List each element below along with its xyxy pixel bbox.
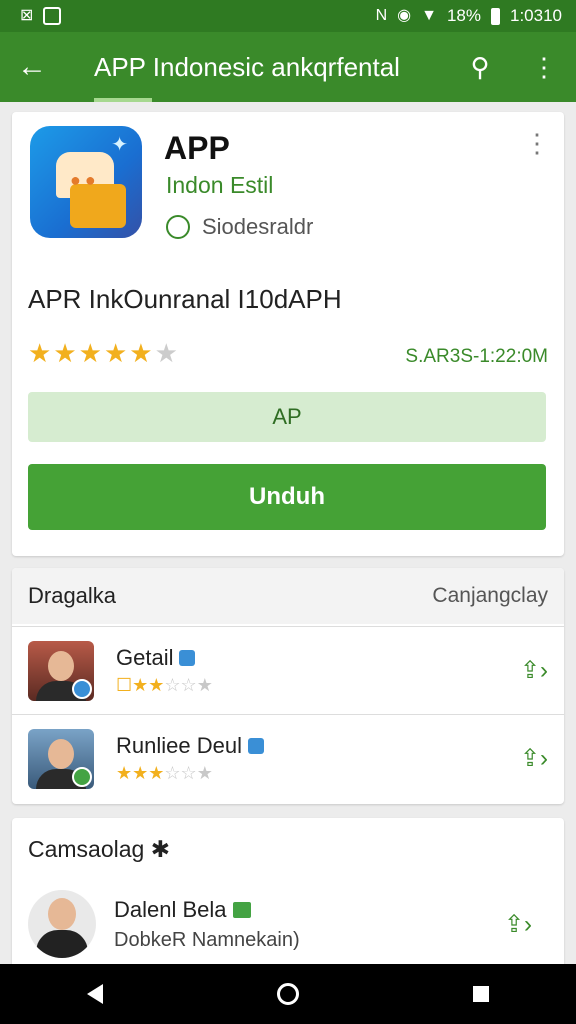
avatar xyxy=(28,728,94,789)
nfc-icon: N xyxy=(375,7,388,24)
list-item-title-wrap: Getail xyxy=(116,645,504,671)
app-detail-card: ●● ✦ APP Indon Estil Siodesraldr ⋮ APR I… xyxy=(12,112,564,556)
dots-shape: ●● xyxy=(70,170,100,190)
verified-icon xyxy=(247,738,264,754)
app-category[interactable]: Siodesraldr xyxy=(166,214,313,240)
badge-icon xyxy=(232,901,251,918)
image-icon xyxy=(43,7,62,25)
category-circle-icon xyxy=(166,215,190,239)
alarm-icon: ◉ xyxy=(397,7,412,24)
avatar-face xyxy=(48,898,76,930)
star-outline-icon: ★ xyxy=(154,338,178,368)
secondary-button[interactable]: AP xyxy=(28,392,546,442)
verified-icon xyxy=(179,650,196,666)
avatar-face xyxy=(48,650,74,681)
share-arrow-icon[interactable]: ⇪› xyxy=(504,656,564,685)
search-icon[interactable]: ⚲ xyxy=(448,52,512,83)
list-item[interactable]: Runliee Deul ★★★☆☆★ ⇪› xyxy=(12,714,564,802)
status-bar: ⊠ N ◉ ▼ 18% 1:0310 xyxy=(0,0,576,32)
nav-home-icon[interactable] xyxy=(277,983,299,1005)
back-arrow-icon[interactable]: ← xyxy=(0,32,64,102)
star-icon: ★ xyxy=(28,338,52,368)
related-title: Camsaolag xyxy=(28,836,145,862)
tab-indicator xyxy=(94,98,152,102)
related-header: Camsaolag ✱ xyxy=(28,836,170,863)
list-item-title-wrap: Runliee Deul xyxy=(116,733,504,759)
star-icon: ★ xyxy=(103,338,128,368)
list-item[interactable]: Getail ☐★★☆☆★ ⇪› xyxy=(12,626,564,714)
avatar-body xyxy=(36,930,88,958)
related-item-subtitle: DobkeR Namnekain) xyxy=(114,928,300,951)
sparkle-icon: ✦ xyxy=(111,134,128,156)
rating-stars: ★ ★ ★ ★ ★ ★ xyxy=(28,338,178,369)
app-meta: S.AR3S-1:22:0M xyxy=(405,346,548,367)
battery-percent: 18% xyxy=(446,6,481,25)
card-more-icon[interactable]: ⋮ xyxy=(524,128,550,159)
star-icon: ★ xyxy=(53,338,77,368)
star-icon: ★ xyxy=(129,338,153,368)
related-item-title: Dalenl Bela xyxy=(114,896,227,922)
app-bar: ← APP Indonesic ankqrfental ⚲ ⋮ xyxy=(0,32,576,102)
list-card: Dragalka Canjangclay Getail ☐★★☆☆★ ⇪› Ru… xyxy=(12,568,564,804)
list-item-rating: ☐★★☆☆★ xyxy=(116,675,213,695)
list-item-title: Runliee Deul xyxy=(116,733,242,758)
avatar xyxy=(28,640,94,701)
app-bar-title: APP Indonesic ankqrfental xyxy=(94,51,400,82)
list-link[interactable]: Canjangclay xyxy=(432,584,548,608)
related-item[interactable]: Dalenl Bela DobkeR Namnekain) ⇪› xyxy=(28,884,548,964)
list-header: Dragalka Canjangclay xyxy=(12,568,564,624)
nav-back-icon[interactable] xyxy=(87,984,103,1004)
app-category-label: Siodesraldr xyxy=(202,214,314,239)
app-icon: ●● ✦ xyxy=(30,126,142,238)
related-card: Camsaolag ✱ Dalenl Bela DobkeR Namnekain… xyxy=(12,818,564,968)
avatar xyxy=(28,890,96,958)
verified-badge-icon xyxy=(72,678,92,699)
pin-icon: ✱ xyxy=(150,836,171,862)
share-arrow-icon[interactable]: ⇪› xyxy=(504,744,564,773)
related-item-title-wrap: Dalenl Bela xyxy=(114,897,488,923)
battery-icon xyxy=(491,7,500,25)
app-name: APP xyxy=(164,130,230,166)
install-button[interactable]: Unduh xyxy=(28,464,546,530)
clock: 1:0310 xyxy=(510,6,562,25)
list-item-title: Getail xyxy=(116,645,174,670)
photo-icon: ⊠ xyxy=(20,7,34,24)
app-tagline: APR InkOunranal I10dAPH xyxy=(28,284,342,314)
list-item-rating: ★★★☆☆★ xyxy=(116,763,213,783)
wifi-icon: ▼ xyxy=(421,7,437,24)
app-developer[interactable]: Indon Estil xyxy=(166,172,273,199)
more-vertical-icon[interactable]: ⋮ xyxy=(512,52,576,83)
nav-recents-icon[interactable] xyxy=(473,986,489,1002)
navigation-bar xyxy=(0,964,576,1024)
share-arrow-icon[interactable]: ⇪› xyxy=(488,910,548,939)
star-icon: ★ xyxy=(78,338,102,368)
avatar-face xyxy=(48,738,74,769)
list-title: Dragalka xyxy=(28,583,117,608)
verified-badge-icon xyxy=(72,766,92,787)
